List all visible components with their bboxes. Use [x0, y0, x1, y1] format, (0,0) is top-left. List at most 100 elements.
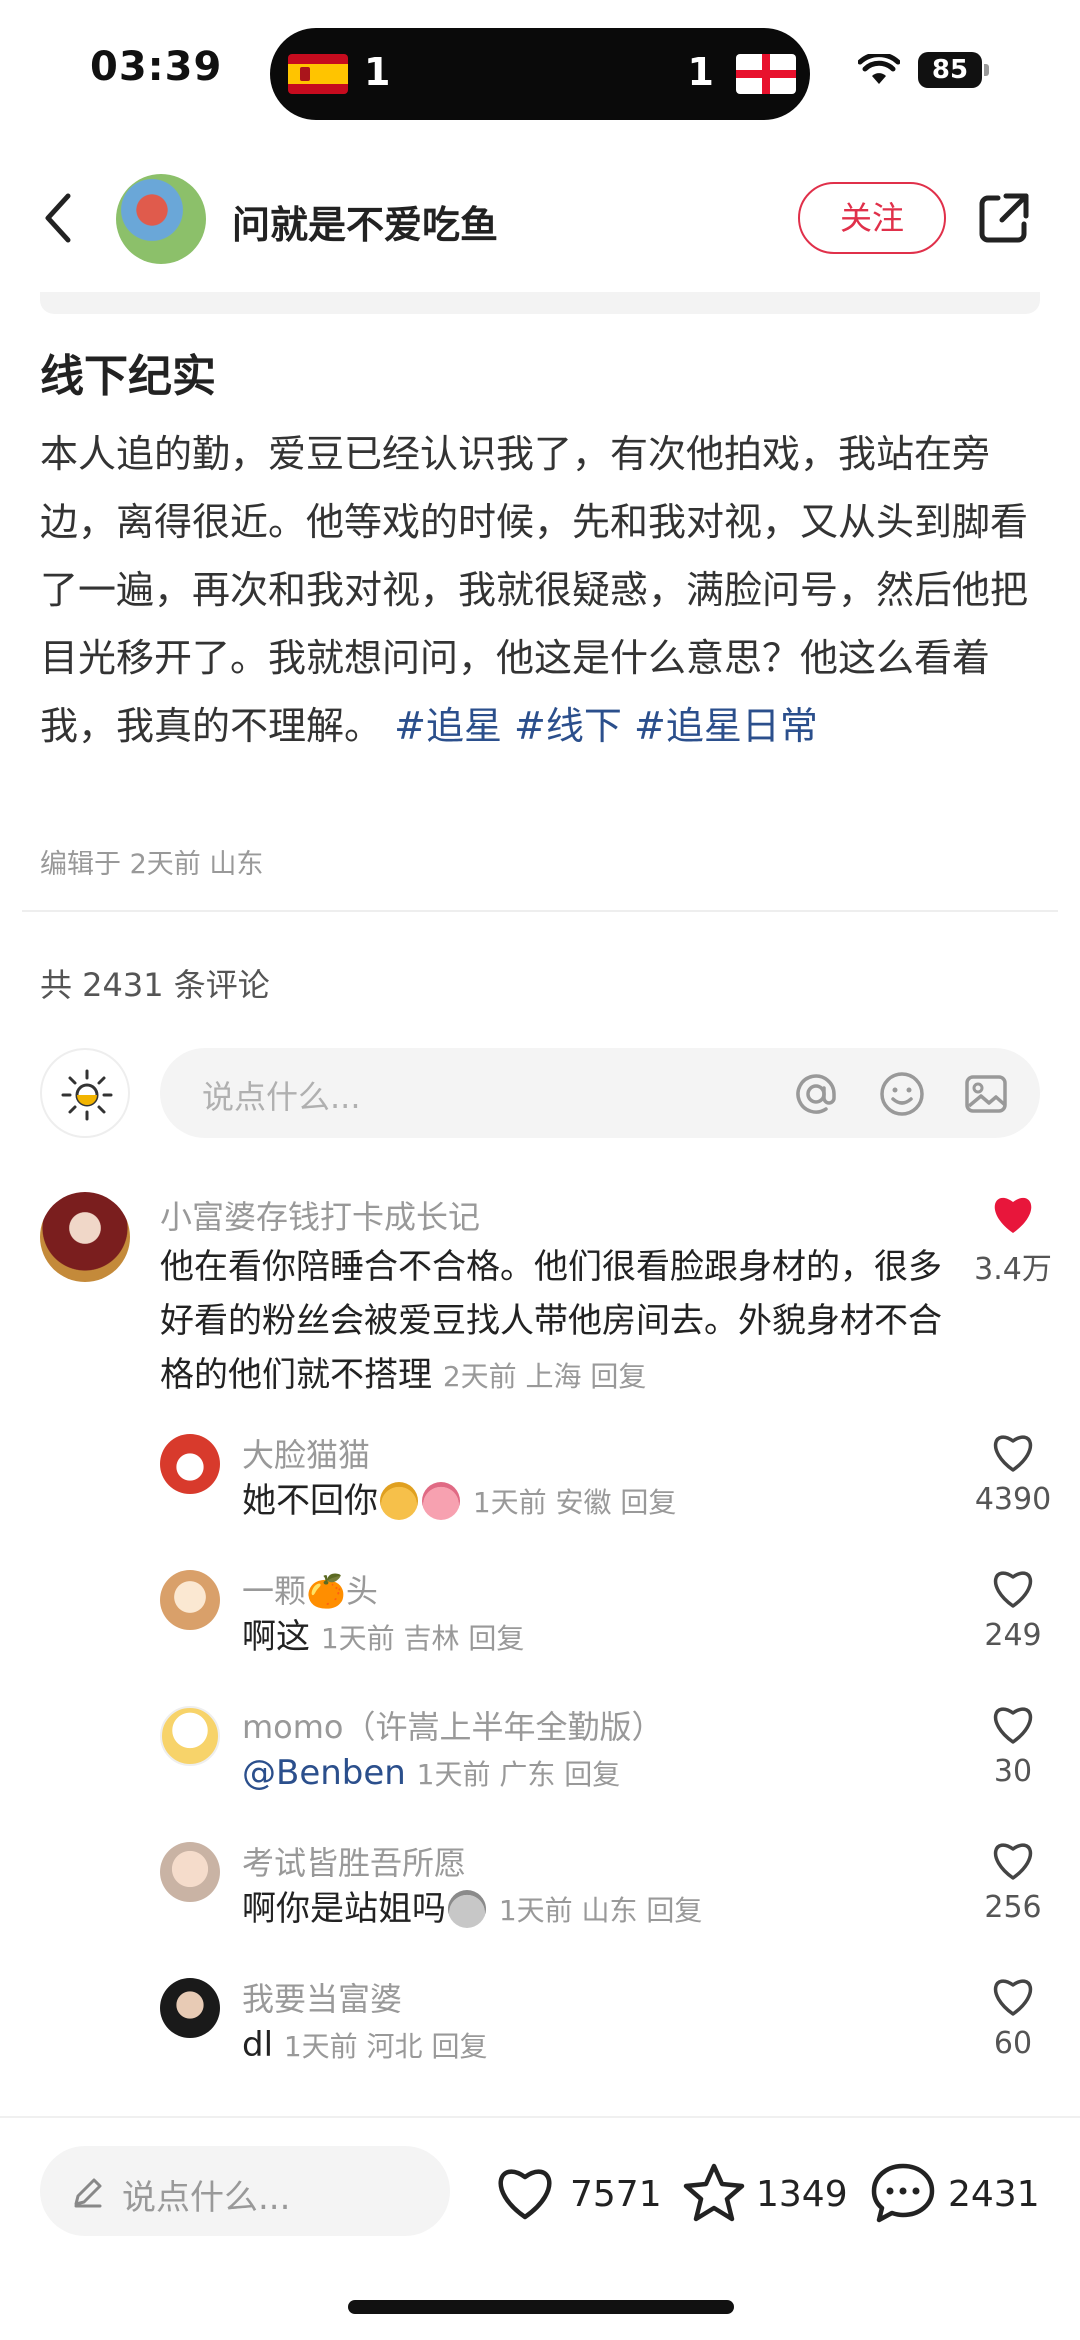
post-favorite-count: 1349	[756, 2174, 848, 2215]
dynamic-island: 1 1	[270, 28, 810, 120]
georgia-flag-icon	[736, 54, 796, 94]
face-emoji-icon	[448, 1890, 486, 1928]
heart-outline-icon	[993, 1707, 1033, 1744]
comment-text: dl 1天前 河北 回复	[242, 2018, 942, 2074]
home-indicator	[348, 2300, 734, 2314]
sun-icon	[61, 1069, 113, 1121]
comment-meta[interactable]: 1天前 吉林 回复	[321, 1622, 525, 1655]
spain-flag-icon	[288, 54, 348, 94]
reply-item: 考试皆胜吾所愿 啊你是站姐吗 1天前 山东 回复 256	[0, 1838, 1080, 1958]
comment-body: 啊这	[242, 1617, 310, 1657]
comment-body: 啊你是站姐吗	[242, 1889, 446, 1929]
post-comment-count: 2431	[948, 2174, 1040, 2215]
face-emoji-icon	[380, 1482, 418, 1520]
tag-link[interactable]: #追星	[394, 704, 502, 748]
commenter-name[interactable]: 大脸猫猫	[242, 1430, 370, 1476]
comment-text: 她不回你 1天前 安徽 回复	[242, 1474, 942, 1530]
like-button[interactable]: 249	[958, 1566, 1068, 1653]
chat-bubble-icon	[871, 2163, 935, 2223]
heart-outline-icon	[993, 1843, 1033, 1880]
bottom-input-placeholder: 说点什么...	[122, 2178, 291, 2218]
reply-item: 我要当富婆 dl 1天前 河北 回复 60	[0, 1974, 1080, 2094]
commenter-name[interactable]: momo（许嵩上半年全勤版）	[242, 1702, 664, 1748]
like-count: 60	[993, 2026, 1033, 2061]
comment-meta[interactable]: 1天前 广东 回复	[417, 1758, 621, 1791]
post-comment-button[interactable]: 2431	[870, 2162, 1040, 2228]
author-name[interactable]: 问就是不爱吃鱼	[232, 194, 498, 249]
crying-emoji-icon	[422, 1482, 460, 1520]
like-button[interactable]: 3.4万	[958, 1192, 1068, 1288]
comment-meta[interactable]: 2天前 上海 回复	[443, 1360, 647, 1393]
commenter-name[interactable]: 一颗🍊头	[242, 1566, 378, 1612]
commenter-avatar[interactable]	[160, 1842, 220, 1902]
reply-item: 大脸猫猫 她不回你 1天前 安徽 回复 4390	[0, 1430, 1080, 1550]
commenter-avatar[interactable]	[160, 1434, 220, 1494]
comment-body: 她不回你	[242, 1481, 378, 1521]
at-icon[interactable]	[790, 1068, 842, 1120]
status-time: 03:39	[90, 44, 223, 90]
post-header: 问就是不爱吃鱼 关注	[0, 170, 1080, 280]
commenter-avatar[interactable]	[160, 1706, 220, 1766]
comment-meta[interactable]: 1天前 山东 回复	[499, 1894, 703, 1927]
like-count: 256	[984, 1890, 1042, 1925]
emoji-icon[interactable]	[876, 1068, 928, 1120]
post-meta: 编辑于 2天前 山东	[40, 849, 264, 880]
bottom-comment-input[interactable]: 说点什么...	[40, 2146, 450, 2236]
star-outline-icon	[683, 2163, 745, 2222]
commenter-name[interactable]: 我要当富婆	[242, 1974, 402, 2020]
mention-link[interactable]: @Benben	[242, 1753, 406, 1793]
post-text: 本人追的勤，爱豆已经认识我了，有次他拍戏，我站在旁边，离得很近。他等戏的时候，先…	[40, 432, 1029, 748]
battery-indicator: 85	[918, 52, 982, 88]
post-title: 线下纪实	[40, 351, 216, 402]
comment-meta[interactable]: 1天前 安徽 回复	[473, 1486, 677, 1519]
score-right: 1	[687, 50, 714, 94]
heart-filled-icon	[994, 1197, 1032, 1233]
back-arrow-icon[interactable]	[40, 190, 76, 246]
status-bar: 03:39 1 1 85	[0, 0, 1080, 140]
pencil-icon	[74, 2178, 102, 2208]
tag-link[interactable]: #追星日常	[634, 704, 818, 748]
commenter-avatar[interactable]	[40, 1192, 130, 1282]
like-count: 3.4万	[974, 1252, 1052, 1287]
comment-text: 他在看你陪睡合不合格。他们很看脸跟身材的，很多好看的粉丝会被爱豆找人带他房间去。…	[160, 1240, 950, 1404]
like-button[interactable]: 60	[958, 1974, 1068, 2061]
post-like-count: 7571	[570, 2174, 662, 2215]
image-bottom-strip	[40, 292, 1040, 314]
commenter-avatar[interactable]	[160, 1570, 220, 1630]
like-count: 4390	[974, 1482, 1052, 1517]
reply-item: momo（许嵩上半年全勤版） @Benben 1天前 广东 回复 30	[0, 1702, 1080, 1822]
heart-outline-icon	[993, 1435, 1033, 1472]
reply-item: 一颗🍊头 啊这 1天前 吉林 回复 249	[0, 1566, 1080, 1686]
author-avatar[interactable]	[116, 174, 206, 264]
commenter-name[interactable]: 小富婆存钱打卡成长记	[160, 1192, 480, 1238]
divider	[22, 910, 1058, 912]
like-button[interactable]: 4390	[958, 1430, 1068, 1517]
comment-input-placeholder: 说点什么...	[202, 1078, 361, 1116]
commenter-avatar[interactable]	[160, 1978, 220, 2038]
post-body: 本人追的勤，爱豆已经认识我了，有次他拍戏，我站在旁边，离得很近。他等戏的时候，先…	[40, 420, 1040, 760]
wifi-icon	[858, 54, 900, 84]
comment-item: 小富婆存钱打卡成长记 他在看你陪睡合不合格。他们很看脸跟身材的，很多好看的粉丝会…	[0, 1186, 1080, 1406]
comment-text: 啊这 1天前 吉林 回复	[242, 1610, 942, 1666]
heart-outline-icon	[993, 1979, 1033, 2016]
comment-body: dl	[242, 2025, 274, 2065]
post-like-button[interactable]: 7571	[492, 2162, 662, 2226]
comment-text: 啊你是站姐吗 1天前 山东 回复	[242, 1882, 942, 1938]
heart-outline-icon	[498, 2169, 552, 2220]
like-button[interactable]: 30	[958, 1702, 1068, 1789]
heart-outline-icon	[993, 1571, 1033, 1608]
like-button[interactable]: 256	[958, 1838, 1068, 1925]
post-favorite-button[interactable]: 1349	[682, 2162, 848, 2228]
sun-icon-button[interactable]	[40, 1048, 130, 1138]
tag-link[interactable]: #线下	[514, 704, 622, 748]
comment-text: @Benben 1天前 广东 回复	[242, 1746, 942, 1802]
comment-count: 共 2431 条评论	[40, 966, 270, 1004]
share-icon[interactable]	[976, 190, 1032, 246]
follow-button[interactable]: 关注	[798, 182, 946, 254]
comment-meta[interactable]: 1天前 河北 回复	[284, 2030, 488, 2063]
like-count: 30	[993, 1754, 1033, 1789]
comment-input[interactable]: 说点什么...	[160, 1048, 1040, 1138]
commenter-name[interactable]: 考试皆胜吾所愿	[242, 1838, 466, 1884]
score-left: 1	[364, 50, 391, 94]
image-icon[interactable]	[960, 1068, 1012, 1120]
